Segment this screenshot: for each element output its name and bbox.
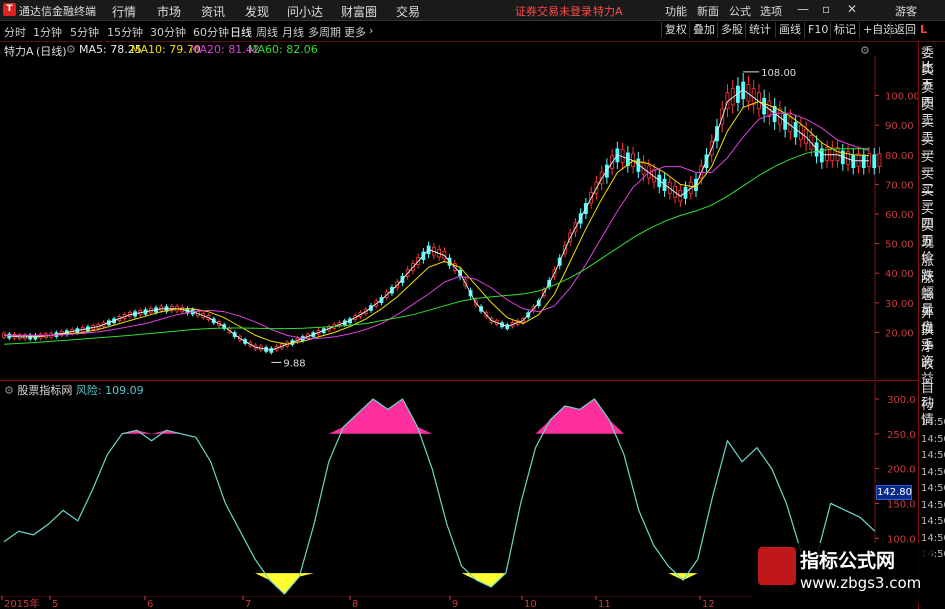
menu-market[interactable]: 市场: [157, 3, 181, 20]
y-tick-label: 60.00: [885, 210, 914, 221]
sidebar-item[interactable]: 14:50: [921, 465, 945, 480]
menu-new-page[interactable]: 新面: [697, 3, 719, 19]
y-tick-label: 80.00: [885, 151, 914, 162]
title-bar: T 通达信金融终端 行情 市场 资讯 发现 问小达 财富圈 交易 证券交易未登录…: [0, 0, 945, 21]
menu-trade[interactable]: 交易: [396, 3, 420, 20]
y-tick-label: 90.00: [885, 121, 914, 132]
period-1min[interactable]: 1分钟: [33, 24, 62, 40]
title-stock-name: 特力A: [593, 5, 623, 18]
y-tick-label: 100.00: [885, 92, 918, 103]
quote-sidebar: 委比 卖五 卖四 卖三 卖二 卖一 买一 买二 买三 买四 买五 现价 涨跌 涨幅 总量 外盘 换手 净资 收益 自动…: [918, 42, 945, 609]
price-chart[interactable]: 100.00 90.00 80.00 70.00 60.00 50.00 40.00 30.0…: [0, 56, 918, 381]
x-tick-label: 2015年: [4, 597, 39, 609]
x-tick-label: 12: [702, 599, 715, 609]
ma20-line: [4, 112, 870, 339]
period-60min[interactable]: 60分钟: [193, 24, 229, 40]
x-tick-label: 11: [598, 599, 611, 609]
period-more[interactable]: 更多: [344, 24, 366, 40]
x-tick-label: 10: [524, 599, 537, 609]
candle-body: [861, 154, 866, 169]
panel-divider: [0, 380, 918, 381]
menu-ask[interactable]: 问小达: [287, 3, 323, 20]
ind-y-tick-label: 200.0: [887, 465, 916, 476]
x-tick-label: 8: [352, 599, 358, 609]
risk-line: [3, 398, 876, 595]
ind-y-tick-label: 300.0: [887, 395, 916, 406]
app-title: 通达信金融终端: [19, 5, 96, 18]
x-tick-label: 9: [452, 599, 458, 609]
x-tick-label: 5: [52, 599, 58, 609]
y-tick-label: 20.00: [885, 328, 914, 339]
period-multi[interactable]: 多周期: [308, 24, 341, 40]
period-intraday[interactable]: 分时: [4, 24, 26, 40]
adjust-button[interactable]: 复权: [661, 22, 690, 38]
high-risk-fill: [535, 399, 624, 434]
period-30min[interactable]: 30分钟: [150, 24, 186, 40]
app-logo-icon: T: [3, 3, 16, 16]
restore-icon[interactable]: ▫: [822, 2, 830, 16]
x-tick-label: 6: [147, 599, 153, 609]
statistics-button[interactable]: 统计: [745, 22, 774, 38]
ind-y-tick-label: 150.0: [887, 499, 916, 510]
period-toolbar: 分时 1分钟 5分钟 15分钟 30分钟 60分钟 日线 周线 月线 多周期 更…: [0, 21, 945, 42]
menu-quotes[interactable]: 行情: [112, 3, 136, 20]
menu-news[interactable]: 资讯: [201, 3, 225, 20]
menu-discover[interactable]: 发现: [245, 3, 269, 20]
period-daily[interactable]: 日线: [230, 24, 252, 40]
high-label: 108.00: [761, 68, 796, 79]
low-risk-fill: [668, 573, 698, 581]
guest-label[interactable]: 游客: [895, 3, 917, 19]
menu-formula[interactable]: 公式: [729, 3, 751, 19]
level-l-icon[interactable]: L: [920, 23, 927, 36]
close-icon[interactable]: ✕: [847, 2, 857, 16]
candle-body: [851, 154, 856, 169]
watermark: 指标公式网 www.zbgs3.com: [752, 543, 932, 603]
candle-body: [877, 153, 882, 167]
multi-stock-button[interactable]: 多股: [717, 22, 746, 38]
sidebar-item[interactable]: 14:50: [921, 498, 945, 513]
y-tick-label: 40.00: [885, 269, 914, 280]
settings-gear-icon[interactable]: ⚙: [66, 43, 76, 56]
x-tick-label: 7: [245, 599, 251, 609]
y-tick-label: 50.00: [885, 240, 914, 251]
back-button[interactable]: 返回: [890, 22, 919, 38]
ma60-value: MA60: 82.06: [248, 43, 318, 56]
more-chevron-icon[interactable]: ›: [369, 24, 373, 37]
menu-options[interactable]: 选项: [760, 3, 782, 19]
menu-functions[interactable]: 功能: [665, 3, 687, 19]
low-risk-fill: [255, 573, 314, 594]
ind-y-tick-label: 250.0: [887, 430, 916, 441]
current-value-badge: 142.80: [876, 485, 912, 500]
minimize-icon[interactable]: —: [797, 2, 809, 16]
f10-button[interactable]: F10: [804, 22, 831, 38]
y-tick-label: 30.00: [885, 299, 914, 310]
ma5-line: [3, 88, 869, 351]
overlay-button[interactable]: 叠加: [689, 22, 718, 38]
period-monthly[interactable]: 月线: [282, 24, 304, 40]
y-tick-label: 70.00: [885, 180, 914, 191]
period-15min[interactable]: 15分钟: [107, 24, 143, 40]
sidebar-item[interactable]: 14:50: [921, 432, 945, 447]
mark-button[interactable]: 标记: [830, 22, 859, 38]
period-5min[interactable]: 5分钟: [70, 24, 99, 40]
watermark-url: www.zbgs3.com: [800, 574, 922, 592]
sidebar-item[interactable]: 14:50: [921, 415, 945, 430]
candle-body: [856, 153, 861, 167]
low-label: 9.88: [283, 358, 305, 369]
sidebar-item[interactable]: 14:50: [921, 448, 945, 463]
draw-line-button[interactable]: 画线: [775, 22, 804, 38]
candle-body: [872, 154, 877, 169]
sidebar-item[interactable]: 14:50: [921, 481, 945, 496]
watermark-title: 指标公式网: [800, 550, 896, 572]
candle-body: [835, 147, 840, 162]
watermark-logo-icon: [758, 547, 796, 585]
login-notice[interactable]: 证券交易未登录: [515, 3, 592, 19]
period-weekly[interactable]: 周线: [256, 24, 278, 40]
sidebar-item[interactable]: 14:50: [921, 514, 945, 529]
menu-wealth[interactable]: 财富圈: [341, 3, 377, 20]
